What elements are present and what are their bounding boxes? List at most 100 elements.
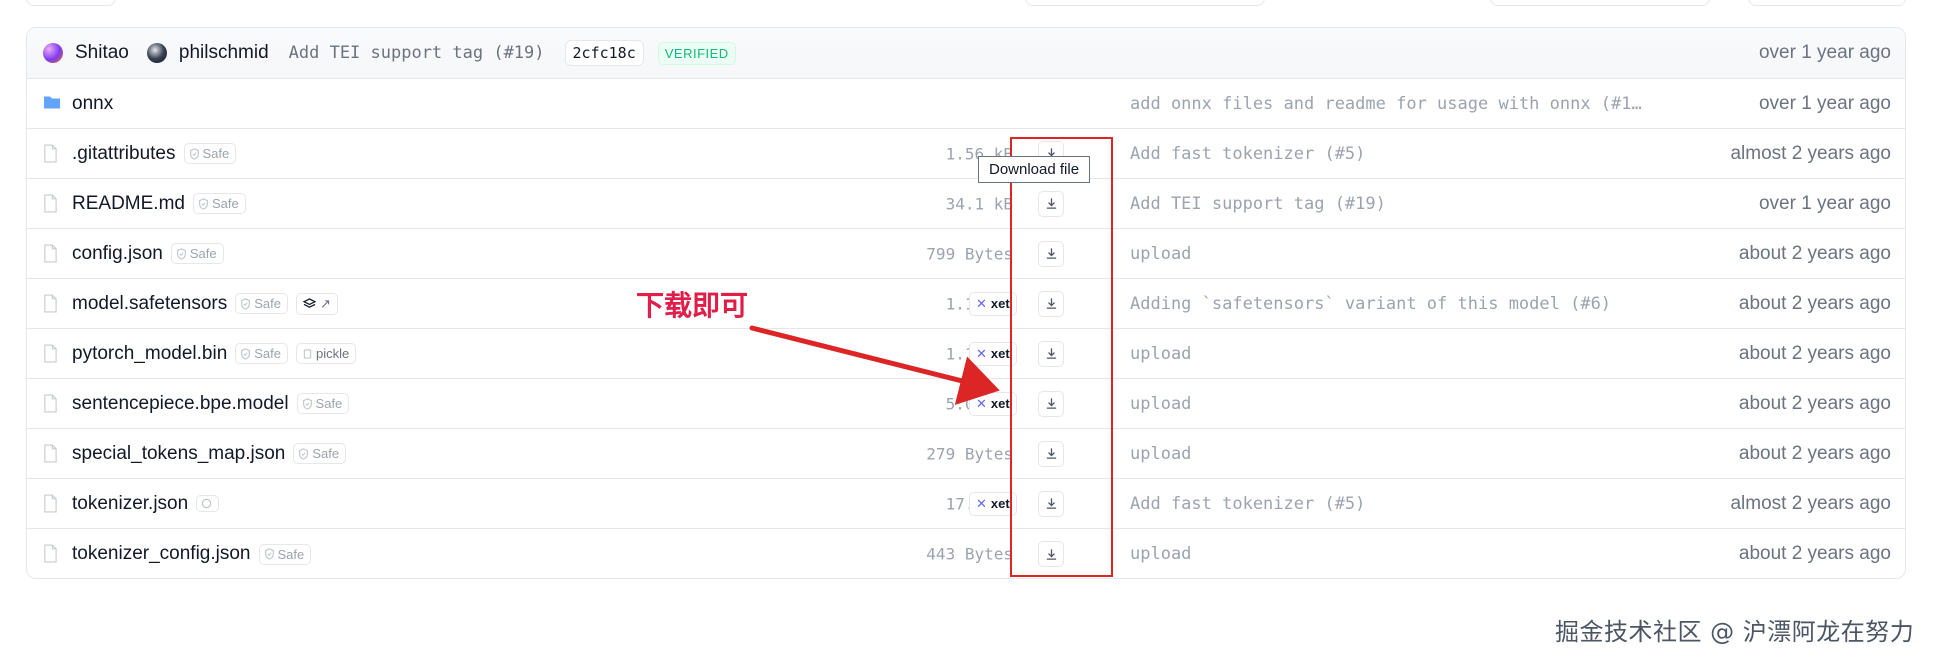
xet-badge[interactable]: ✕ xet xyxy=(969,391,1017,416)
download-icon xyxy=(1046,548,1056,560)
file-commit-message[interactable]: Adding `safetensors` variant of this mod… xyxy=(1130,294,1660,314)
safe-badge-label: Safe xyxy=(254,296,281,311)
layers-link-badge[interactable]: ↗ xyxy=(296,292,338,315)
file-name-cell: model.safetensors Safe ↗ xyxy=(72,292,338,315)
download-button[interactable] xyxy=(1038,390,1064,417)
file-name-link[interactable]: config.json xyxy=(72,243,163,265)
file-icon xyxy=(43,344,61,364)
jar-icon xyxy=(303,349,312,359)
file-commit-message[interactable]: Add TEI support tag (#19) xyxy=(1130,194,1660,214)
safe-badge[interactable]: Safe xyxy=(235,293,288,314)
file-commit-message[interactable]: upload xyxy=(1130,544,1660,564)
toolbar-remnant-right1 xyxy=(1490,0,1710,6)
file-size: 279 Bytes xyxy=(926,444,1013,463)
file-row[interactable]: tokenizer.json17.1 MB✕xetAdd fast tokeni… xyxy=(27,479,1905,529)
download-icon xyxy=(1046,398,1056,409)
file-size: 799 Bytes xyxy=(926,244,1013,263)
xet-label: xet xyxy=(990,496,1010,511)
download-button[interactable] xyxy=(1038,541,1064,567)
file-commit-time: over 1 year ago xyxy=(1758,92,1891,114)
pickle-badge[interactable]: pickle xyxy=(296,343,357,364)
file-commit-time: about 2 years ago xyxy=(1738,543,1891,564)
download-button[interactable] xyxy=(1038,440,1064,467)
file-row[interactable]: sentencepiece.bpe.modelSafe5.07 MB✕xetup… xyxy=(27,379,1905,429)
safe-badge-label: Safe xyxy=(312,446,340,461)
download-tooltip: Download file xyxy=(978,156,1091,183)
file-name-link[interactable]: .gitattributes xyxy=(72,143,176,165)
file-commit-time: about 2 years ago xyxy=(1738,242,1891,264)
xet-label: xet xyxy=(990,296,1010,311)
file-commit-message[interactable]: upload xyxy=(1130,394,1660,414)
file-name-cell: pytorch_model.bin Safe pickle xyxy=(72,343,357,365)
file-commit-message[interactable]: Add fast tokenizer (#5) xyxy=(1130,144,1660,164)
file-row[interactable]: model.safetensorsSafe↗1.11 GB✕xetAdding … xyxy=(27,279,1905,329)
file-commit-message[interactable]: Add fast tokenizer (#5) xyxy=(1130,494,1660,514)
file-row[interactable]: special_tokens_map.json Safe 279 Bytes uplo… xyxy=(27,429,1905,479)
xet-badge[interactable]: ✕ xet xyxy=(969,491,1017,516)
xet-badge[interactable]: ✕ xet xyxy=(969,291,1017,316)
safe-badge-label: Safe xyxy=(202,146,230,161)
download-icon xyxy=(1046,348,1056,359)
file-table: Shitao philschmid Add TEI support tag (#… xyxy=(26,27,1906,579)
avatar[interactable] xyxy=(43,43,63,63)
file-commit-message[interactable]: upload xyxy=(1130,244,1660,264)
file-name-link[interactable]: README.md xyxy=(72,193,185,215)
file-row[interactable]: tokenizer_config.json Safe 443 Bytes upload… xyxy=(27,529,1905,578)
file-name-link[interactable]: pytorch_model.bin xyxy=(72,343,227,365)
extra-badge-label: pickle xyxy=(316,346,350,361)
safe-badge[interactable]: Safe xyxy=(235,343,289,364)
file-row[interactable]: config.json Safe 799 Bytes upload about 2 ye… xyxy=(27,229,1905,279)
annotation-label: 下载即可 xyxy=(636,289,749,322)
download-button[interactable] xyxy=(1038,240,1064,267)
file-commit-message[interactable]: upload xyxy=(1130,444,1660,464)
file-name-link[interactable]: sentencepiece.bpe.model xyxy=(72,393,289,415)
file-name-link[interactable]: special_tokens_map.json xyxy=(72,443,285,465)
safe-badge-label: Safe xyxy=(211,196,239,211)
download-button[interactable] xyxy=(1038,290,1064,317)
xet-icon: ✕ xyxy=(976,395,987,411)
safe-badge[interactable]: Safe xyxy=(170,243,224,264)
download-button[interactable] xyxy=(1038,190,1064,217)
file-list: onnx add onnx files and readme for usage … xyxy=(27,79,1905,578)
scan-icon-badge[interactable] xyxy=(196,495,220,512)
scan-icon xyxy=(201,498,212,509)
file-commit-time: about 2 years ago xyxy=(1738,292,1891,314)
file-commit-time: about 2 years ago xyxy=(1738,342,1891,364)
file-icon xyxy=(43,144,61,164)
safe-badge[interactable]: Safe xyxy=(258,543,312,565)
xet-icon: ✕ xyxy=(976,295,987,311)
download-button[interactable] xyxy=(1038,490,1064,517)
download-icon xyxy=(1046,448,1056,459)
file-commit-time: almost 2 years ago xyxy=(1730,492,1891,514)
file-name-link[interactable]: tokenizer.json xyxy=(72,493,188,515)
file-commit-time: almost 2 years ago xyxy=(1730,142,1891,164)
file-commit-message[interactable]: upload xyxy=(1130,344,1660,364)
file-row[interactable]: README.md Safe 34.1 kB Add TEI support tag … xyxy=(27,179,1905,229)
avatar[interactable] xyxy=(146,43,167,63)
commit-author-2[interactable]: philschmid xyxy=(179,42,269,64)
download-icon xyxy=(1046,198,1056,209)
file-icon xyxy=(43,544,61,564)
file-name-link[interactable]: tokenizer_config.json xyxy=(72,543,251,565)
safe-badge[interactable]: Safe xyxy=(293,443,347,464)
commit-sha[interactable]: 2cfc18c xyxy=(564,40,644,66)
download-button[interactable] xyxy=(1038,340,1064,367)
safe-badge[interactable]: Safe xyxy=(183,143,237,164)
file-commit-message[interactable]: add onnx files and readme for usage with… xyxy=(1130,94,1660,114)
file-row[interactable]: pytorch_model.binSafepickle1.11 GB✕xetup… xyxy=(27,329,1905,379)
file-name-link[interactable]: model.safetensors xyxy=(72,293,227,315)
commit-author-1[interactable]: Shitao xyxy=(75,42,129,64)
safe-badge-label: Safe xyxy=(254,346,282,361)
last-commit-bar: Shitao philschmid Add TEI support tag (#… xyxy=(27,28,1905,79)
toolbar-remnant-mid xyxy=(1025,0,1265,6)
safe-badge[interactable]: Safe xyxy=(192,193,246,214)
xet-badge[interactable]: ✕ xet xyxy=(969,341,1017,366)
file-icon xyxy=(43,494,61,514)
commit-message[interactable]: Add TEI support tag (#19) xyxy=(289,43,545,63)
safe-badge[interactable]: Safe xyxy=(296,393,350,414)
file-row[interactable]: .gitattributes Safe 1.56 kB Add fast tokeni… xyxy=(27,129,1905,179)
toolbar-remnant-left xyxy=(26,0,116,6)
file-row[interactable]: onnx add onnx files and readme for usage … xyxy=(27,79,1905,129)
file-name-link[interactable]: onnx xyxy=(72,93,113,115)
watermark: 掘金技术社区 @ 沪漂阿龙在努力 xyxy=(1555,618,1915,646)
